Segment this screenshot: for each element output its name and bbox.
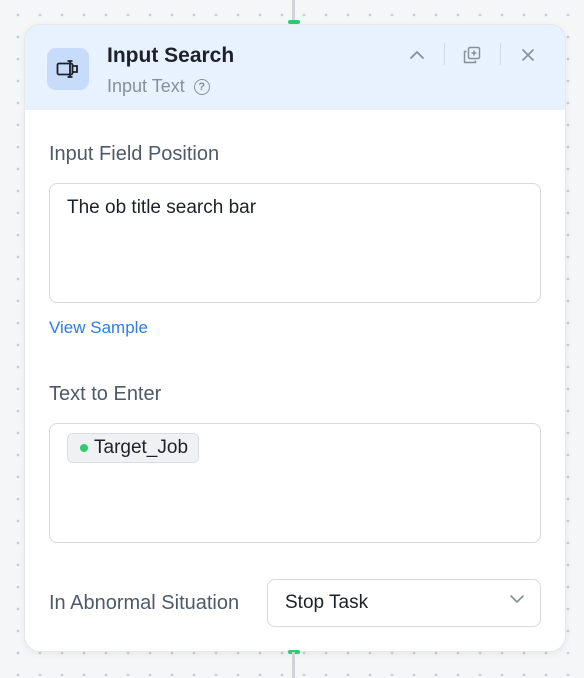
abnormal-situation-value: Stop Task: [285, 592, 369, 613]
input-search-node[interactable]: Input Search Input Text ? Input Field Po…: [24, 24, 566, 652]
abnormal-situation-label: In Abnormal Situation: [49, 592, 240, 614]
help-circle-icon[interactable]: ?: [193, 78, 210, 95]
text-to-enter-label: Text to Enter: [49, 383, 162, 405]
variable-name: Target_Job: [94, 437, 189, 458]
input-field-position-label: Input Field Position: [49, 143, 220, 165]
collapse-button[interactable]: [405, 43, 429, 67]
connector-line-top: [292, 0, 295, 20]
node-header: Input Search Input Text ?: [25, 25, 565, 110]
chevron-down-icon: [510, 595, 524, 603]
node-title: Input Search: [107, 44, 235, 67]
node-subtitle: Input Text ?: [107, 76, 210, 97]
text-to-enter-textarea[interactable]: Target_Job: [49, 423, 541, 543]
variable-tag[interactable]: Target_Job: [67, 433, 200, 463]
header-divider: [500, 43, 501, 65]
close-button[interactable]: [516, 43, 540, 67]
variable-dot-icon: [80, 444, 88, 452]
connector-line-bottom: [292, 652, 295, 678]
duplicate-button[interactable]: [460, 43, 484, 67]
abnormal-situation-select[interactable]: Stop Task: [267, 579, 541, 627]
duplicate-icon: [463, 46, 481, 64]
view-sample-link[interactable]: View Sample: [49, 318, 148, 338]
input-field-position-textarea[interactable]: The ob title search bar: [49, 183, 541, 303]
header-divider: [444, 43, 445, 65]
node-type-label: Input Text: [107, 76, 185, 96]
input-field-position-value: The ob title search bar: [67, 197, 257, 218]
text-input-icon: [47, 48, 89, 90]
chevron-up-icon: [410, 51, 424, 59]
close-icon: [522, 49, 534, 61]
